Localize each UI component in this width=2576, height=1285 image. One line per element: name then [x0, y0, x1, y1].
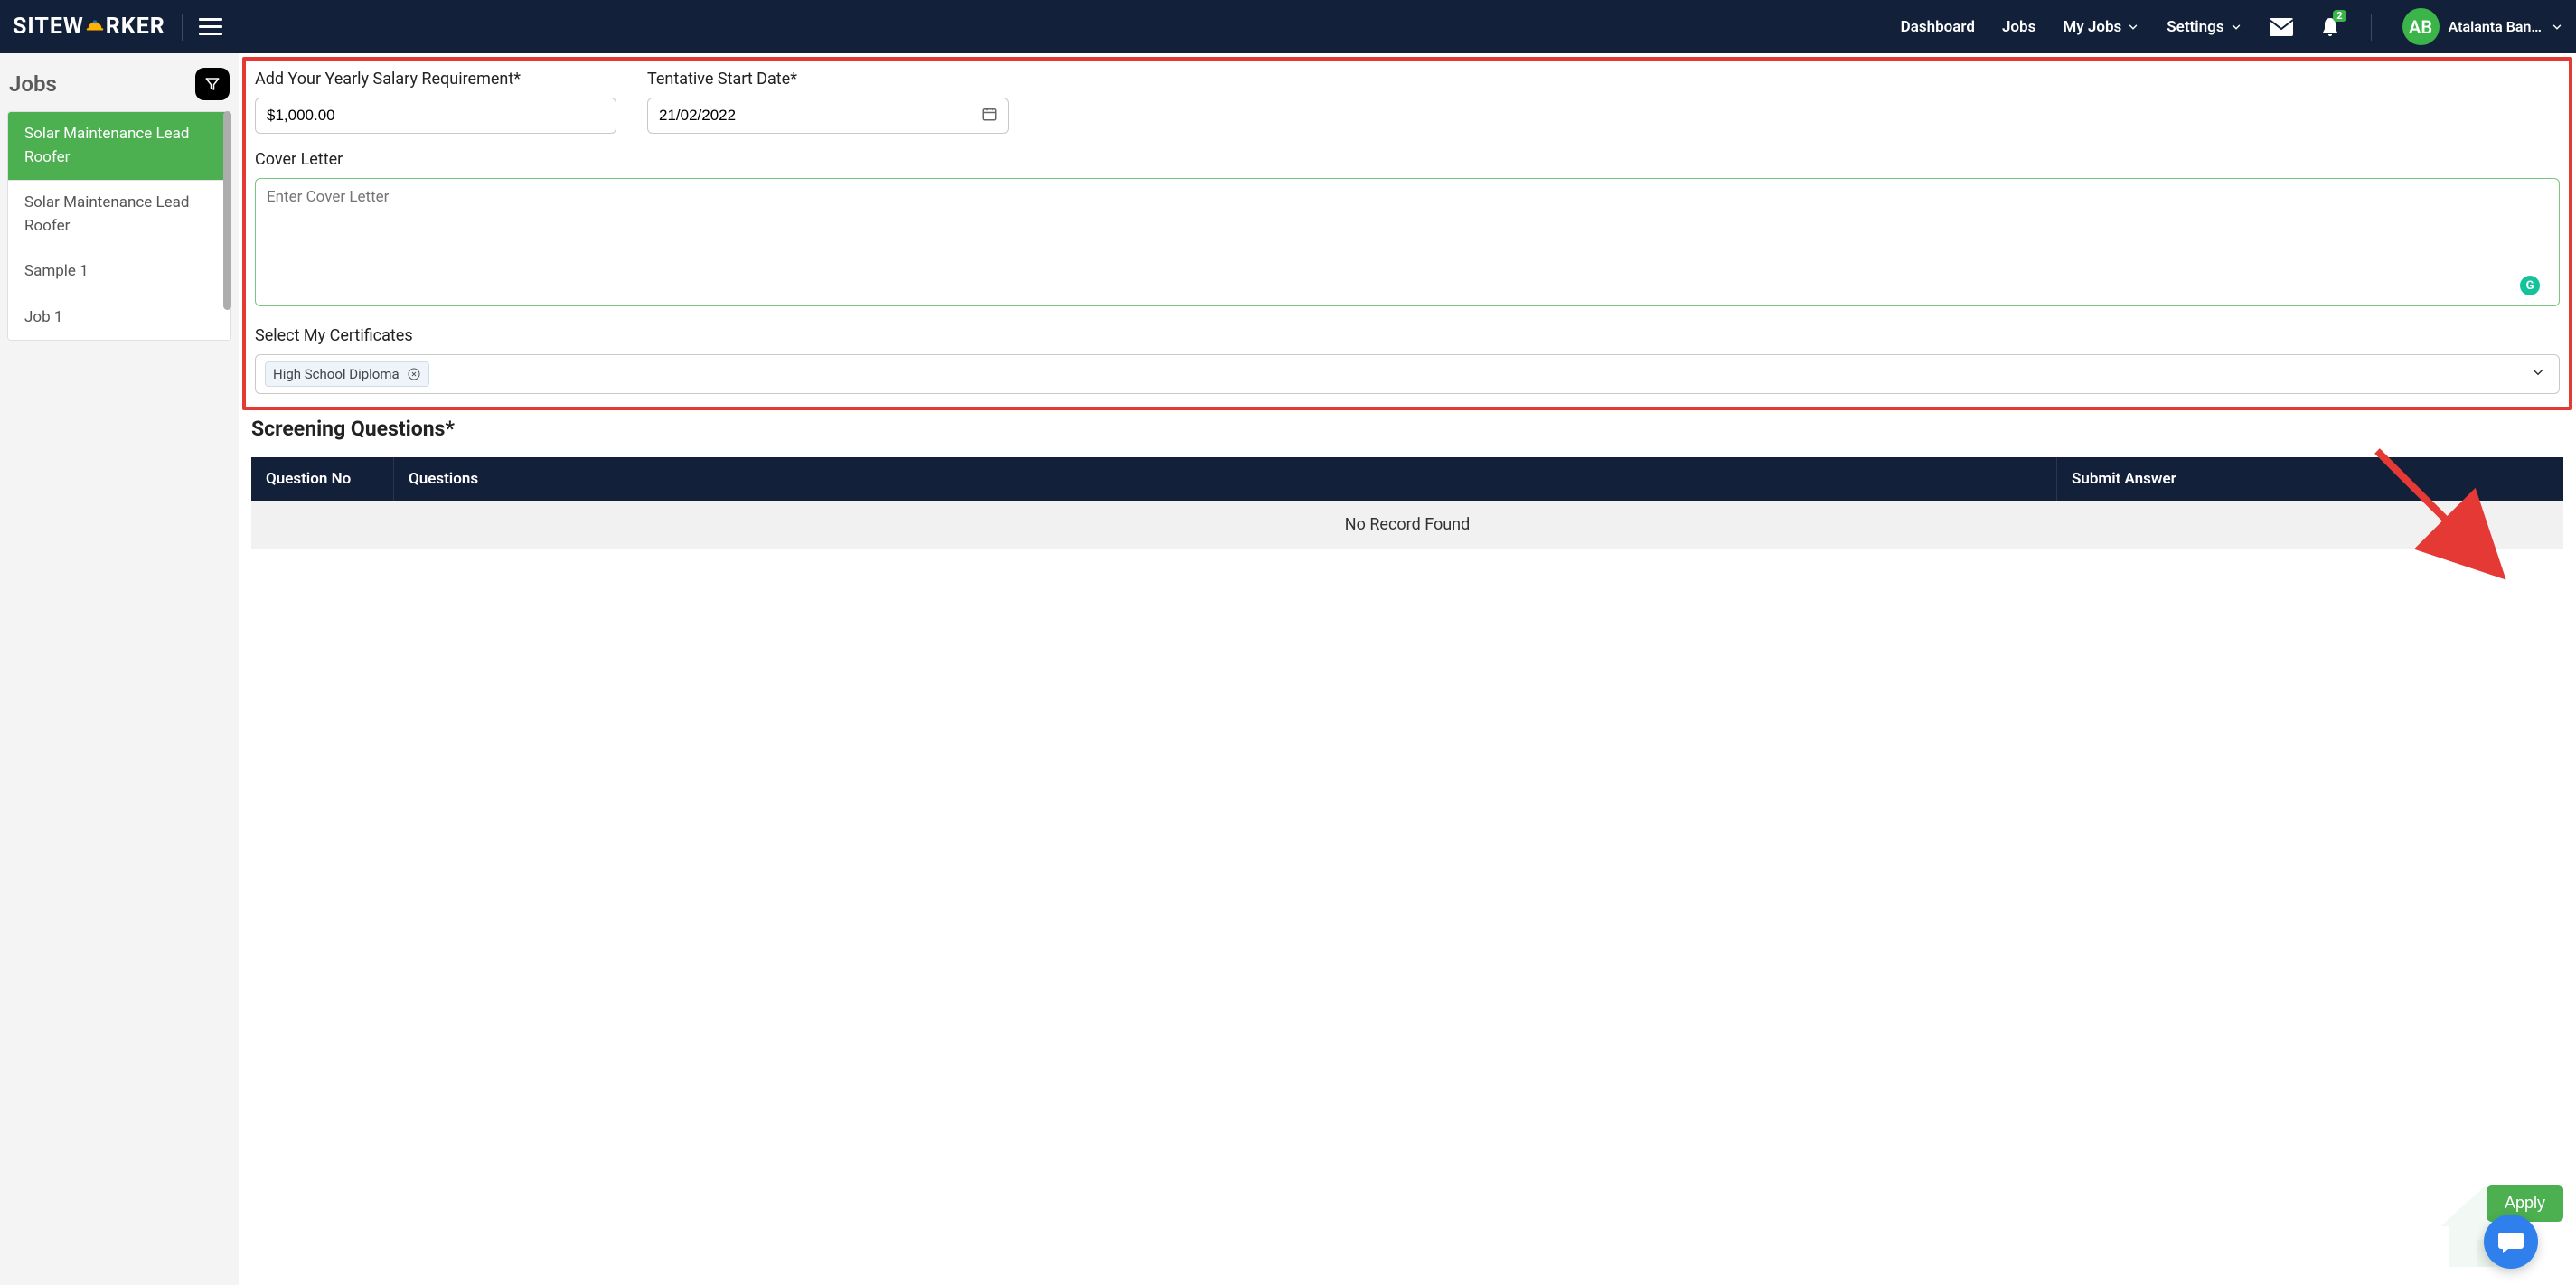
table-header: Question No Questions Submit Answer: [251, 457, 2563, 501]
col-submit-answer: Submit Answer: [2057, 457, 2563, 501]
screening-section: Screening Questions* Question No Questio…: [239, 408, 2576, 549]
date-label: Tentative Start Date*: [647, 70, 1009, 89]
nav-label: Dashboard: [1901, 18, 1975, 36]
certificate-chip: High School Diploma: [265, 361, 429, 387]
hardhat-icon: [85, 15, 105, 35]
nav-jobs[interactable]: Jobs: [2002, 18, 2035, 36]
salary-label: Add Your Yearly Salary Requirement*: [255, 70, 616, 89]
job-label: Job 1: [24, 308, 62, 326]
sidebar-title: Jobs: [9, 71, 57, 97]
screening-table: Question No Questions Submit Answer No R…: [251, 457, 2563, 549]
salary-field-group: Add Your Yearly Salary Requirement*: [255, 70, 616, 134]
chip-label: High School Diploma: [273, 366, 400, 382]
sidebar-header: Jobs: [7, 62, 231, 111]
chevron-down-icon: [2530, 364, 2546, 384]
certificates-select[interactable]: High School Diploma: [255, 354, 2560, 394]
nav-right: Dashboard Jobs My Jobs Settings 2 AB: [1901, 8, 2563, 45]
divider: [182, 14, 183, 41]
certificates-label: Select My Certificates: [255, 326, 2560, 345]
cover-letter-textarea[interactable]: [255, 178, 2560, 306]
chevron-down-icon: [2230, 21, 2242, 33]
content: Add Your Yearly Salary Requirement* Tent…: [239, 53, 2576, 1285]
filter-icon: [204, 76, 221, 92]
menu-toggle-button[interactable]: [199, 18, 222, 36]
mail-icon: [2270, 18, 2293, 36]
nav-my-jobs[interactable]: My Jobs: [2063, 18, 2139, 36]
filter-button[interactable]: [195, 68, 230, 100]
logo-text-pre: SITEW: [13, 14, 84, 40]
job-label: Solar Maintenance Lead Roofer: [24, 193, 190, 235]
grammarly-icon[interactable]: G: [2520, 276, 2540, 295]
user-name: Atalanta Ban…: [2449, 18, 2542, 35]
table-empty-row: No Record Found: [251, 501, 2563, 549]
divider: [2371, 14, 2372, 41]
salary-input[interactable]: [255, 98, 616, 134]
nav-label: My Jobs: [2063, 18, 2121, 36]
date-field-group: Tentative Start Date*: [647, 70, 1009, 134]
close-circle-icon: [407, 367, 421, 381]
notification-badge: 2: [2333, 10, 2346, 22]
screening-title: Screening Questions*: [251, 417, 2563, 441]
nav-settings[interactable]: Settings: [2167, 18, 2242, 36]
mail-button[interactable]: [2270, 18, 2293, 36]
scrollbar[interactable]: [223, 111, 231, 310]
nav-label: Settings: [2167, 18, 2223, 36]
notifications-button[interactable]: 2: [2320, 16, 2340, 38]
sidebar-item-job[interactable]: Solar Maintenance Lead Roofer: [8, 112, 230, 181]
top-nav: SITEW RKER Dashboard Jobs My Jobs: [0, 0, 2576, 53]
job-label: Solar Maintenance Lead Roofer: [24, 125, 190, 166]
sidebar: Jobs Solar Maintenance Lead Roofer Solar…: [0, 53, 239, 1285]
chip-remove-button[interactable]: [407, 367, 421, 381]
avatar: AB: [2402, 8, 2440, 45]
logo: SITEW RKER: [13, 14, 165, 40]
col-questions: Questions: [394, 457, 2057, 501]
chat-icon: [2497, 1229, 2524, 1254]
highlighted-form-region: Add Your Yearly Salary Requirement* Tent…: [242, 57, 2572, 410]
nav-dashboard[interactable]: Dashboard: [1901, 18, 1975, 36]
job-label: Sample 1: [24, 262, 89, 280]
date-input[interactable]: [647, 98, 1009, 134]
chat-fab[interactable]: [2484, 1215, 2538, 1269]
apply-button[interactable]: Apply: [2487, 1185, 2563, 1222]
sidebar-item-job[interactable]: Solar Maintenance Lead Roofer: [8, 181, 230, 249]
logo-text-post: RKER: [106, 14, 165, 40]
chevron-down-icon: [2127, 21, 2139, 33]
chevron-down-icon: [2551, 21, 2563, 33]
user-menu[interactable]: AB Atalanta Ban…: [2402, 8, 2563, 45]
sidebar-item-job[interactable]: Sample 1: [8, 249, 230, 295]
cover-letter-label: Cover Letter: [255, 150, 2560, 169]
job-list: Solar Maintenance Lead Roofer Solar Main…: [7, 111, 231, 341]
col-question-no: Question No: [251, 457, 394, 501]
sidebar-item-job[interactable]: Job 1: [8, 295, 230, 341]
main: Jobs Solar Maintenance Lead Roofer Solar…: [0, 53, 2576, 1285]
apply-label: Apply: [2505, 1194, 2545, 1212]
nav-label: Jobs: [2002, 18, 2035, 36]
calendar-icon[interactable]: [982, 106, 998, 126]
